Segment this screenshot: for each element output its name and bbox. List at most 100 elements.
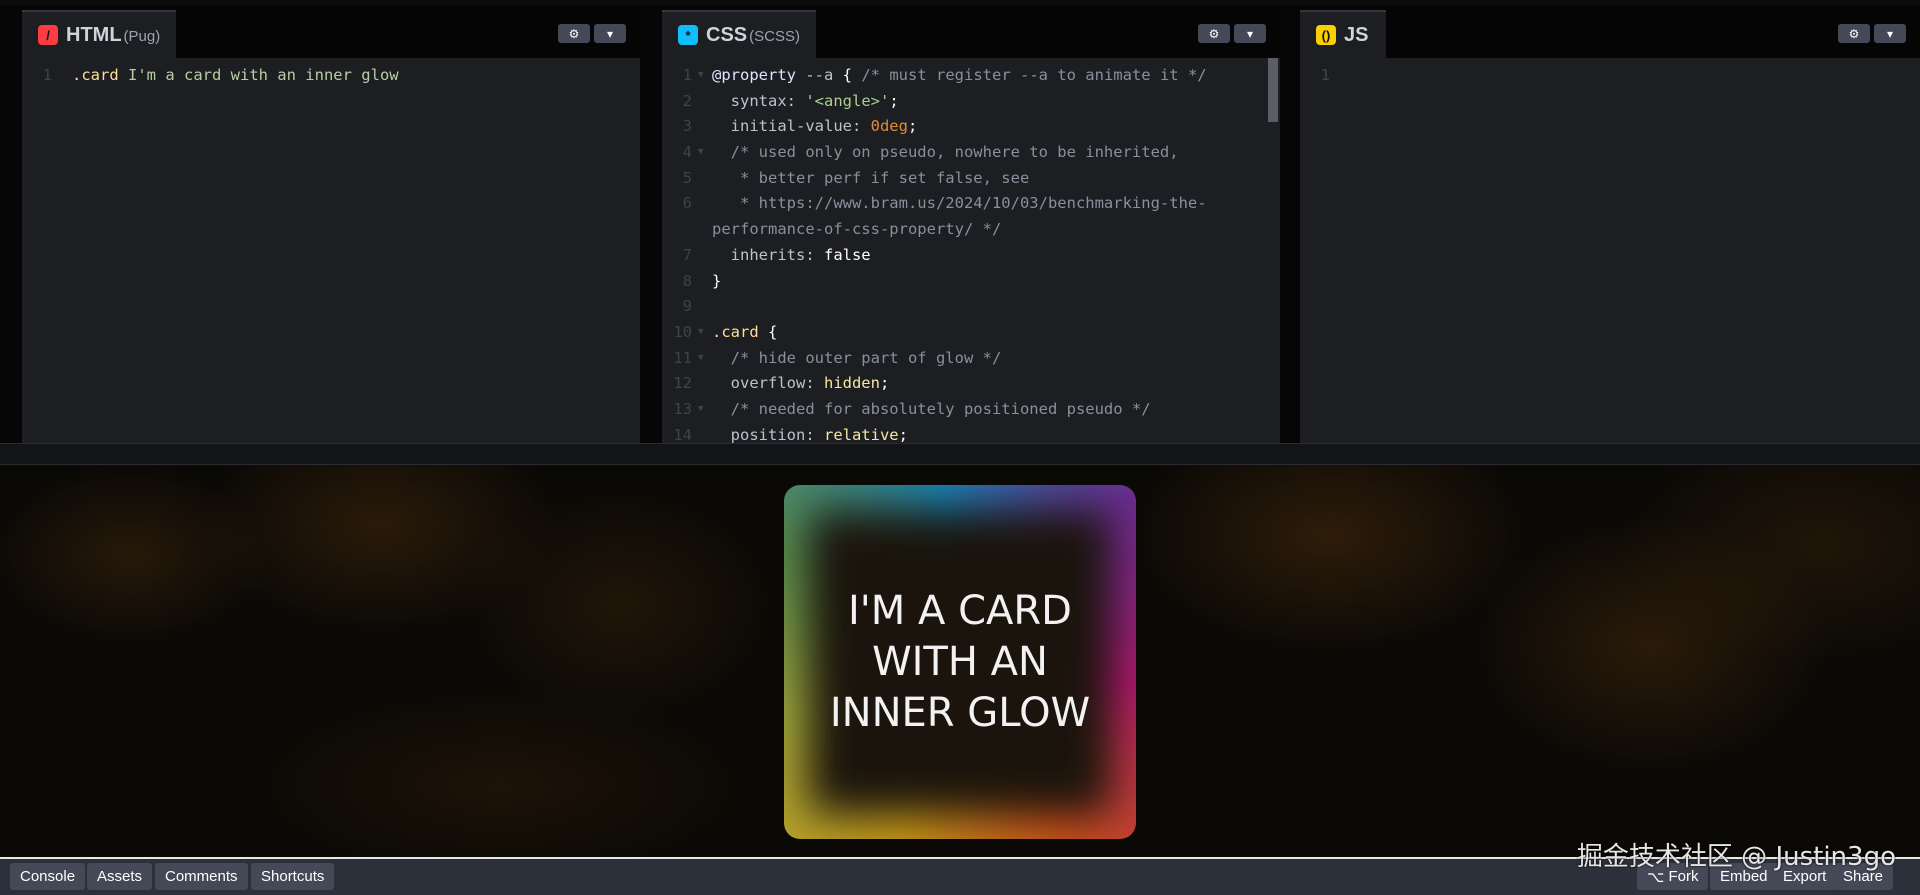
- line-number: 1: [42, 66, 52, 84]
- panel-title-text: HTML: [66, 23, 122, 46]
- comments-button[interactable]: Comments: [155, 863, 248, 890]
- line-number: 1: [1320, 66, 1330, 84]
- code-editor[interactable]: 1 .card I'm a card with an inner glow: [22, 58, 640, 448]
- code-line: 3 initial-value: 0deg;: [662, 114, 1280, 140]
- fold-gutter: [698, 166, 712, 192]
- line-number: 1: [682, 66, 692, 84]
- css-editor-panel: * CSS (SCSS) ⚙ ▾ 1 ▼ @property --a { /* must…: [662, 10, 1280, 448]
- panel-preprocessor: (SCSS): [749, 27, 800, 45]
- settings-button[interactable]: ⚙: [1838, 24, 1870, 43]
- settings-button[interactable]: ⚙: [558, 24, 590, 43]
- assets-button[interactable]: Assets: [87, 863, 153, 890]
- chevron-down-icon: ▾: [606, 26, 614, 41]
- line-number: 13: [673, 399, 692, 418]
- fold-arrow-icon[interactable]: ▼: [698, 63, 712, 89]
- code-line: 10 ▼ .card {: [662, 320, 1280, 346]
- line-number: 12: [673, 374, 692, 393]
- code-token: false: [823, 245, 871, 264]
- code-token: {: [758, 322, 778, 341]
- gear-icon: ⚙: [1208, 26, 1220, 41]
- code-token: {: [842, 66, 853, 84]
- css-logo-icon: *: [678, 25, 698, 45]
- code-token: * better perf if set false, see: [712, 168, 1030, 187]
- collapse-button[interactable]: ▾: [1234, 24, 1266, 43]
- code-token: syntax:: [712, 91, 806, 110]
- code-editor[interactable]: 1 ▼ @property --a { /* must register --a t…: [662, 58, 1280, 448]
- collapse-button[interactable]: ▾: [1874, 24, 1906, 43]
- code-line: 11 ▼ /* hide outer part of glow */: [662, 346, 1280, 372]
- code-line: 13 ▼ /* needed for absolutely positioned …: [662, 397, 1280, 423]
- code-token: 0deg: [870, 117, 908, 136]
- chevron-down-icon: ▾: [1246, 26, 1254, 41]
- line-number: 9: [682, 297, 692, 316]
- fold-arrow-icon[interactable]: ▼: [698, 140, 712, 166]
- code-token: @property: [712, 66, 796, 84]
- panel-preprocessor: (Pug): [123, 27, 161, 45]
- code-line: 1 .card I'm a card with an inner glow: [22, 63, 640, 89]
- editors: / HTML (Pug) ⚙ ▾ 1 .card I'm a card with an…: [0, 0, 1920, 448]
- code-line: 5 * better perf if set false, see: [662, 166, 1280, 192]
- line-number: 11: [673, 348, 692, 367]
- settings-button[interactable]: ⚙: [1198, 24, 1230, 43]
- code-token: /* hide outer part of glow */: [712, 348, 1002, 367]
- gear-icon: ⚙: [1848, 26, 1860, 41]
- tab-js[interactable]: () JS: [1300, 10, 1387, 58]
- code-token: performance-of-css-property/ */: [712, 220, 1002, 239]
- fold-gutter: [698, 294, 712, 320]
- code-line: 4 ▼ /* used only on pseudo, nowhere to be…: [662, 140, 1280, 166]
- code-line: 6 * https://www.bram.us/2024/10/03/bench…: [662, 191, 1280, 217]
- card-text: I'M A CARD WITH AN INNER GLOW: [829, 587, 1091, 736]
- line-number: 7: [682, 245, 692, 264]
- fold-gutter: [698, 217, 712, 243]
- code-token: ;: [889, 91, 899, 110]
- chevron-down-icon: ▾: [1886, 26, 1894, 41]
- panel-header: * CSS (SCSS) ⚙ ▾: [662, 10, 1280, 58]
- fold-arrow-icon[interactable]: ▼: [698, 397, 712, 423]
- preview-resizer[interactable]: [0, 443, 1920, 465]
- code-line: 12 overflow: hidden;: [662, 371, 1280, 397]
- code-token: --a: [796, 66, 843, 84]
- fold-gutter: [698, 89, 712, 115]
- panel-title: JS: [1344, 24, 1370, 47]
- code-token: inherits:: [712, 245, 824, 264]
- panel-header: () JS ⚙ ▾: [1300, 10, 1920, 58]
- code-line: 1 ▼ @property --a { /* must register --a t…: [662, 63, 1280, 89]
- panel-title: CSS (SCSS): [706, 24, 800, 47]
- line-number: [662, 217, 698, 243]
- code-token: }: [712, 271, 722, 290]
- code-token: /* needed for absolutely positioned pseu…: [712, 399, 1151, 418]
- html-logo-icon: /: [38, 25, 58, 45]
- line-number: 10: [673, 322, 692, 341]
- shortcuts-button[interactable]: Shortcuts: [251, 863, 335, 890]
- fold-gutter: [698, 371, 712, 397]
- fold-gutter: [698, 243, 712, 269]
- fold-gutter: [58, 63, 72, 89]
- fold-gutter: [698, 191, 712, 217]
- fold-gutter: [1336, 63, 1350, 89]
- code-token: I'm a card with an inner glow: [118, 66, 399, 84]
- line-number: 2: [682, 91, 692, 110]
- code-token: /* must register --a to animate it */: [852, 66, 1207, 84]
- line-number: 6: [682, 194, 692, 213]
- tab-html[interactable]: / HTML (Pug): [22, 10, 177, 58]
- collapse-button[interactable]: ▾: [594, 24, 626, 43]
- code-line: 7 inherits: false: [662, 243, 1280, 269]
- fold-arrow-icon[interactable]: ▼: [698, 320, 712, 346]
- panel-title-text: JS: [1344, 23, 1369, 46]
- code-token: ;: [907, 117, 918, 136]
- code-token: ;: [879, 374, 890, 393]
- code-line: 9: [662, 294, 1280, 320]
- line-number: 5: [682, 168, 692, 187]
- code-line: 1: [1300, 63, 1920, 89]
- tab-css[interactable]: * CSS (SCSS): [662, 10, 816, 58]
- code-token: hidden: [823, 374, 880, 393]
- editor-scrollbar[interactable]: [1268, 58, 1278, 122]
- console-button[interactable]: Console: [10, 863, 86, 890]
- line-number: 8: [682, 271, 692, 290]
- code-editor[interactable]: 1: [1300, 58, 1920, 448]
- code-token: * https://www.bram.us/2024/10/03/benchma…: [712, 194, 1207, 213]
- line-number: 4: [682, 143, 692, 162]
- watermark: 掘金技术社区 @ Justin3go: [1576, 842, 1896, 872]
- fold-gutter: [698, 269, 712, 295]
- fold-arrow-icon[interactable]: ▼: [698, 346, 712, 372]
